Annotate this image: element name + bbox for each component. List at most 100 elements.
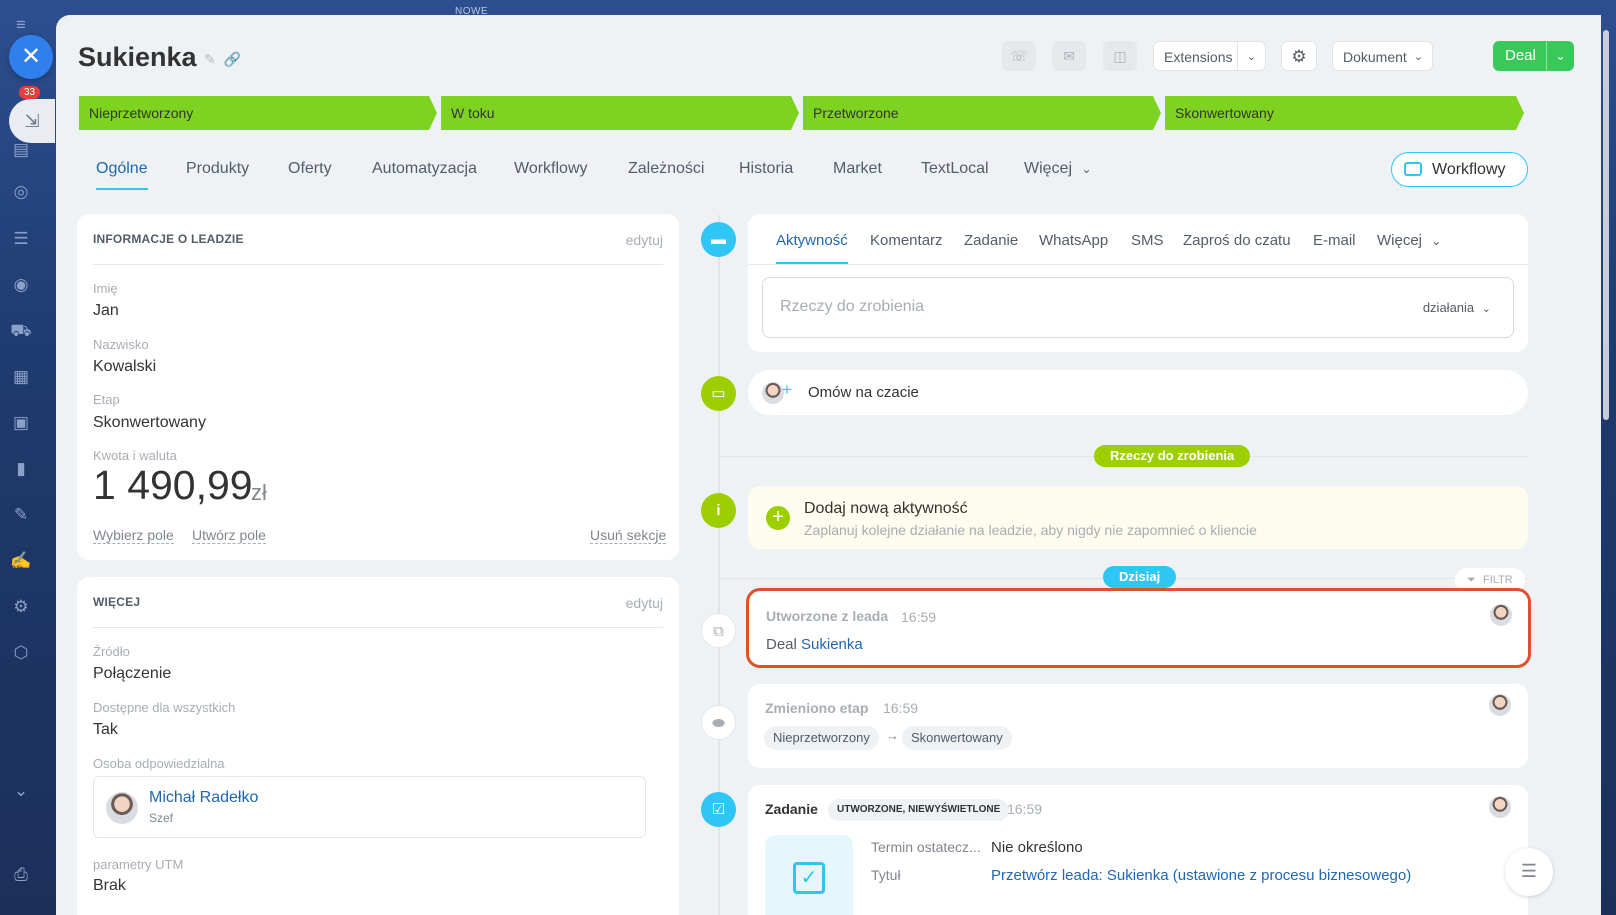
workflow-button[interactable]: Workflowy [1391,152,1528,187]
tab-automatyzacja[interactable]: Automatyzacja [372,160,477,178]
printer-icon[interactable]: ⎙ [10,864,32,886]
settings-icon[interactable]: ⚙ [10,596,32,618]
avatar [106,792,138,824]
minimize-button[interactable]: ⇲ [9,99,55,143]
document-button[interactable]: Dokument ⌄ [1332,41,1433,71]
deal-button[interactable]: Deal ⌄ [1493,41,1574,71]
link-icon[interactable]: 🔗 [224,51,249,67]
stage-skonwertowany[interactable]: Skonwertowany [1165,96,1524,130]
list-icon[interactable]: ☰ [1505,848,1553,896]
tab-aktywnosc[interactable]: Aktywność [776,232,848,249]
create-field-link[interactable]: Utwórz pole [192,527,266,544]
store-icon[interactable]: ▦ [10,366,32,388]
chevron-down-icon: ⌄ [1431,234,1442,248]
plus-icon: + [782,380,792,399]
deal-label: Deal [1505,47,1536,64]
notification-badge: 33 [19,86,41,99]
field-label: Osoba odpowiedzialna [93,756,225,771]
mail-icon[interactable]: ✉ [1052,41,1086,71]
field-value-source[interactable]: Połączenie [93,665,171,683]
tab-komentarz[interactable]: Komentarz [870,232,943,249]
title-tools: ✎🔗 [204,51,249,68]
filter-icon[interactable]: ☰ [10,228,32,250]
event-time: 16:59 [1007,801,1043,817]
robot-icon[interactable]: ◉ [10,274,32,296]
more-edit-link[interactable]: edytuj [626,595,663,611]
select-field-link[interactable]: Wybierz pole [93,527,174,544]
avatar [1489,796,1511,818]
add-icon[interactable]: + [766,506,790,530]
lead-info-edit-link[interactable]: edytuj [626,232,663,248]
amount-value[interactable]: 1 490,99 [93,462,253,509]
tab-textlocal[interactable]: TextLocal [921,160,989,178]
document-icon[interactable]: ✎ [10,504,32,526]
responsible-name[interactable]: Michał Radełko [149,789,258,807]
tab-zadanie[interactable]: Zadanie [964,232,1018,249]
tab-whatsapp[interactable]: WhatsApp [1039,232,1108,249]
gear-icon[interactable]: ⚙ [1281,41,1317,71]
checkbox-icon: ☑ [701,792,736,827]
tab-market[interactable]: Market [833,160,882,178]
target-icon[interactable]: ◎ [10,181,32,203]
tab-oferty[interactable]: Oferty [288,160,332,178]
deal-slider-panel: Sukienka ✎🔗 ☏ ✉ ◫ Extensions ⌄ ⚙ Dokumen… [56,15,1601,915]
chevron-down-icon[interactable]: ⌄ [10,780,32,802]
sign-icon[interactable]: ✍ [10,550,32,572]
tab-produkty[interactable]: Produkty [186,160,249,178]
discuss-in-chat[interactable]: + Omów na czacie [748,370,1528,415]
task-check-icon: ✓ [793,862,825,894]
field-value-surname[interactable]: Kowalski [93,358,156,376]
tab-email[interactable]: E-mail [1313,232,1356,249]
chevron-down-icon: ⌄ [1413,51,1423,63]
deadline-value: Nie określono [991,839,1083,856]
chevron-down-icon[interactable]: ⌄ [1546,41,1574,71]
extensions-button[interactable]: Extensions ⌄ [1153,41,1266,71]
task-name-link[interactable]: Przetwórz leada: Sukienka (ustawione z p… [991,867,1411,884]
discuss-label: Omów na czacie [808,384,919,401]
stage-w-toku[interactable]: W toku [441,96,799,130]
avatar [762,382,784,404]
tab-historia[interactable]: Historia [739,160,793,178]
tab-wiecej[interactable]: Więcej ⌄ [1024,160,1092,178]
menu-icon[interactable]: ≡ [10,14,32,36]
event-title: Zmieniono etap [765,700,869,716]
field-value-stage[interactable]: Skonwertowany [93,414,206,432]
scrollbar[interactable] [1603,30,1609,420]
tab-zaleznosci[interactable]: Zależności [628,160,704,178]
contacts-icon[interactable]: ▤ [10,139,32,161]
tab-workflowy[interactable]: Workflowy [514,160,588,178]
calendar-icon[interactable]: ▣ [10,412,32,434]
task-name-label: Tytuł [871,867,901,883]
page-title: Sukienka [78,42,197,72]
deal-link[interactable]: Sukienka [801,636,863,653]
chevron-down-icon[interactable]: ⌄ [1237,42,1265,70]
edit-pencil-icon[interactable]: ✎ [204,51,224,67]
cart-icon[interactable]: ⛟ [10,320,32,342]
add-activity-card[interactable]: + Dodaj nową aktywność Zaplanuj kolejne … [748,486,1528,549]
box-icon[interactable]: ⬡ [10,642,32,664]
chart-icon[interactable]: ▮ [10,458,32,480]
todo-actions-dropdown[interactable]: działania ⌄ [1423,300,1491,315]
todo-placeholder: Rzeczy do zrobienia [780,298,925,315]
phone-icon[interactable]: ☏ [1002,41,1036,71]
stage-przetworzone[interactable]: Przetworzone [803,96,1161,130]
delete-section-link[interactable]: Usuń sekcje [590,527,667,544]
chat-icon[interactable]: ◫ [1103,41,1137,71]
stage-chip-to: Skonwertowany [902,726,1012,750]
tab-sms[interactable]: SMS [1131,232,1164,249]
divider [748,264,1528,265]
tab-zapros-do-czatu[interactable]: Zaproś do czatu [1183,232,1291,249]
field-value-public[interactable]: Tak [93,721,118,739]
todo-input[interactable]: Rzeczy do zrobienia działania ⌄ [762,277,1514,338]
field-label: Kwota i waluta [93,448,177,463]
field-value-name[interactable]: Jan [93,302,119,320]
close-button[interactable]: ✕ [9,35,53,79]
event-task: Zadanie UTWORZONE, NIEWYŚWIETLONE 16:59 … [748,785,1528,915]
more-title: WIĘCEJ [93,595,141,609]
responsible-person[interactable]: Michał Radełko Szef [93,776,646,838]
tab-ogolne[interactable]: Ogólne [96,160,148,190]
stage-nieprzetworzony[interactable]: Nieprzetworzony [79,96,437,130]
task-title: Zadanie [765,801,818,817]
workflow-icon [1404,162,1422,176]
tab-wiecej-activity[interactable]: Więcej ⌄ [1377,232,1441,249]
